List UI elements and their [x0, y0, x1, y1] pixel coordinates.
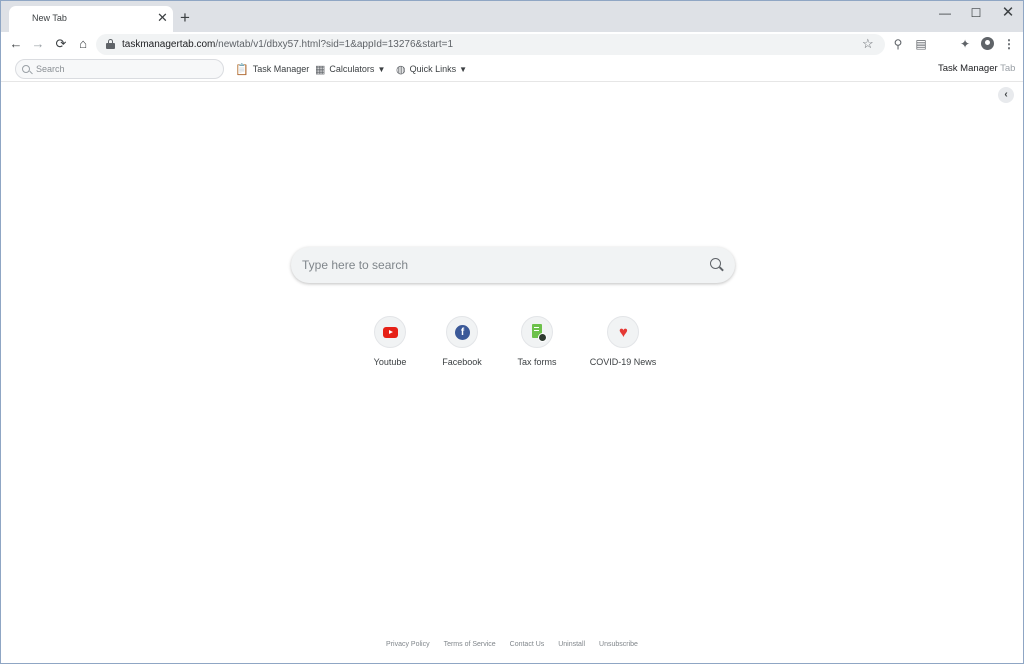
shortcut-covid-news[interactable]: ♥ COVID-19 News: [578, 316, 668, 372]
new-tab-button[interactable]: +: [180, 9, 190, 26]
shortcut-tile[interactable]: [521, 316, 553, 348]
zoom-icon[interactable]: ⚲: [890, 36, 906, 52]
brand-suffix: Tab: [1000, 63, 1016, 74]
extensions-icon[interactable]: ✦: [957, 36, 973, 52]
tab-title: New Tab: [32, 13, 67, 23]
maximize-button[interactable]: ☐: [963, 4, 989, 22]
terms-of-service-link[interactable]: Terms of Service: [444, 641, 496, 648]
heart-icon: ♥: [619, 324, 628, 341]
shortcut-tile[interactable]: f: [446, 316, 478, 348]
menu-icon[interactable]: ⋮: [1001, 36, 1017, 52]
tab-new-tab[interactable]: New Tab ✕: [9, 6, 173, 32]
shortcut-label: COVID-19 News: [589, 357, 657, 367]
main-search-box[interactable]: [291, 247, 735, 283]
url-path: /newtab/v1/dbxy57.html?sid=1&appId=13276…: [215, 39, 454, 50]
star-icon[interactable]: ☆: [862, 36, 874, 52]
shortcut-tile[interactable]: [374, 316, 406, 348]
reader-icon[interactable]: ▤: [913, 36, 929, 52]
extension-toolbar: 📋Task Manager ▦Calculators▼ ◍Quick Links…: [1, 57, 1023, 82]
youtube-icon: [383, 327, 398, 338]
browser-toolbar: ← → ⟳ ⌂ taskmanagertab.com/newtab/v1/dbx…: [1, 32, 1023, 57]
lock-icon[interactable]: [106, 39, 115, 49]
task-manager-label: Task Manager: [252, 64, 310, 74]
search-icon[interactable]: [710, 258, 721, 269]
tab-strip: New Tab ✕ + — ☐ ✕: [1, 1, 1023, 32]
browser-window: New Tab ✕ + — ☐ ✕ ← → ⟳ ⌂ taskmanagertab…: [0, 0, 1024, 664]
shortcut-label: Tax forms: [517, 357, 557, 367]
url-host: taskmanagertab.com: [122, 39, 216, 50]
tab-close-icon[interactable]: ✕: [157, 10, 168, 26]
shortcut-tile[interactable]: ♥: [607, 316, 639, 348]
back-button[interactable]: ←: [7, 35, 25, 53]
contact-us-link[interactable]: Contact Us: [510, 641, 545, 648]
home-button[interactable]: ⌂: [74, 35, 92, 53]
clipboard-icon: 📋: [235, 63, 249, 76]
url-text[interactable]: taskmanagertab.com/newtab/v1/dbxy57.html…: [122, 39, 453, 50]
collapse-sidebar-button[interactable]: ‹: [998, 87, 1014, 103]
calculator-icon: ▦: [315, 63, 326, 76]
unsubscribe-link[interactable]: Unsubscribe: [599, 641, 638, 648]
address-bar[interactable]: taskmanagertab.com/newtab/v1/dbxy57.html…: [96, 34, 885, 55]
toolbar-search[interactable]: [15, 59, 224, 79]
quick-links-label: Quick Links: [409, 64, 457, 74]
reload-button[interactable]: ⟳: [52, 35, 70, 53]
shortcut-tax-forms[interactable]: Tax forms: [492, 316, 582, 372]
tax-forms-icon: [532, 324, 547, 342]
forward-button[interactable]: →: [29, 35, 47, 53]
quick-links-dropdown[interactable]: ◍ Quick Links ▼: [396, 62, 467, 76]
privacy-policy-link[interactable]: Privacy Policy: [386, 641, 430, 648]
chevron-down-icon: ▼: [459, 65, 468, 74]
calculators-label: Calculators: [329, 64, 375, 74]
close-window-button[interactable]: ✕: [995, 4, 1021, 22]
brand-logo[interactable]: Task Manager Tab: [938, 63, 1015, 74]
minimize-button[interactable]: —: [932, 4, 958, 22]
calculators-dropdown[interactable]: ▦ Calculators ▼: [315, 62, 385, 76]
uninstall-link[interactable]: Uninstall: [558, 641, 585, 648]
facebook-icon: f: [455, 325, 470, 340]
globe-icon: ◍: [396, 63, 406, 76]
footer: Privacy Policy Terms of Service Contact …: [1, 641, 1023, 653]
search-icon: [22, 65, 30, 73]
brand-main: Task Manager: [938, 63, 998, 74]
main-search-input[interactable]: [302, 256, 692, 274]
toolbar-search-input[interactable]: [36, 62, 216, 76]
chevron-down-icon: ▼: [377, 65, 386, 74]
task-manager-link[interactable]: 📋 Task Manager: [235, 62, 309, 76]
profile-icon[interactable]: [979, 36, 995, 52]
